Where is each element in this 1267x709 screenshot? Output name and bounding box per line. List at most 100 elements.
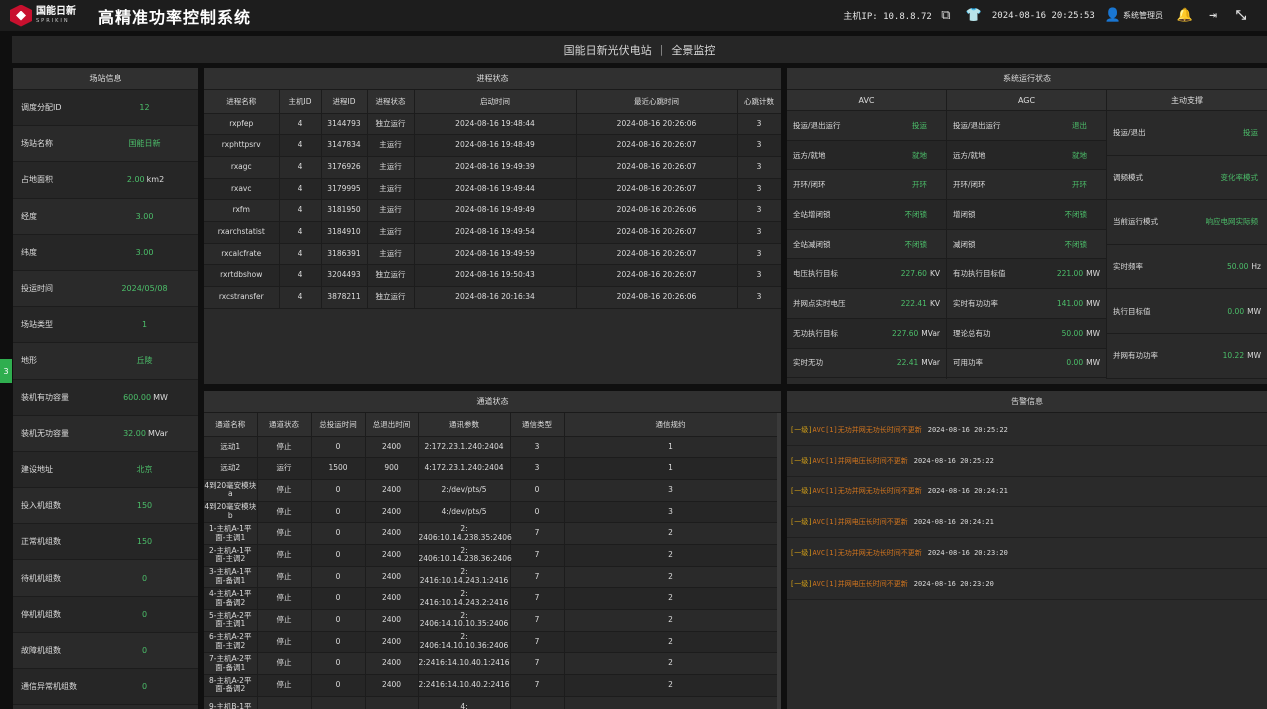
site-info-row: 投入机组数 150 [13, 488, 198, 525]
table-cell: 3 [737, 178, 781, 201]
table-row[interactable]: rxfm 4 3181950 主运行 2024-08-16 19:49:49 2024-0… [204, 199, 781, 222]
column-header[interactable]: 通讯参数 [418, 413, 511, 437]
site-info-number: 150 [136, 537, 153, 547]
table-row[interactable]: rxphttpsrv 4 3147834 主运行 2024-08-16 19:48:49… [204, 134, 781, 157]
site-info-number: 丘陵 [136, 356, 153, 366]
table-row[interactable]: 5-主机A-2平面-主调1 停止 0 2400 2: 2406:14.10.10.35:… [204, 609, 778, 632]
column-header[interactable]: 总投运时间 [311, 413, 366, 437]
screen-switch-icon[interactable]: ⧉ [937, 7, 955, 25]
column-header[interactable]: 通道状态 [257, 413, 312, 437]
active-status-row: 执行目标值 0.00 MW [1107, 289, 1267, 334]
table-row[interactable]: 远动1 停止 0 2400 2:172.23.1.240:2404 3 1 [204, 436, 778, 459]
table-row[interactable]: 2-主机A-1平面-主调2 停止 0 2400 2: 2406:10.14.238.36… [204, 544, 778, 567]
column-header[interactable]: 启动时间 [414, 90, 577, 114]
fullscreen-icon[interactable]: ⤡ [1232, 7, 1250, 25]
column-header[interactable]: 进程ID [321, 90, 368, 114]
status-label: 有功执行目标值 [953, 269, 1006, 279]
table-cell: 2 [564, 652, 778, 676]
user-menu[interactable]: 👤 系统管理员 [1105, 8, 1163, 23]
status-value: 不闭锁 [1064, 239, 1088, 249]
top-bar: 国能日新 SPRIKIN 高精准功率控制系统 主机IP: 10.8.8.72 ⧉… [0, 0, 1267, 31]
column-header[interactable]: 最近心跳时间 [576, 90, 738, 114]
site-info-label: 投运时间 [21, 284, 53, 294]
status-label: 增闭锁 [953, 209, 976, 219]
site-info-label: 调度分配ID [21, 103, 62, 113]
host-ip: 主机IP: 10.8.8.72 [843, 12, 932, 22]
site-info-number: 0 [141, 609, 148, 619]
table-cell: 3176926 [321, 156, 368, 179]
table-cell: 运行 [257, 457, 312, 480]
table-cell: 2:2416:14.10.40.1:2416 [418, 652, 511, 676]
alarm-item[interactable]: [一级] AVC[1]无功并网无功长时间不更新 2024-08-16 20:25:2… [787, 415, 1267, 446]
alarm-item[interactable]: [一级] AVC[1]并网电压长时间不更新 2024-08-16 20:24:21 [787, 507, 1267, 539]
column-header[interactable]: 进程名称 [204, 90, 280, 114]
table-row[interactable]: rxrtdbshow 4 3204493 独立运行 2024-08-16 19:50:4… [204, 264, 781, 287]
table-row[interactable]: 4-主机A-1平面-备调2 停止 0 2400 2: 2416:10.14.243.2:… [204, 587, 778, 610]
table-cell: 主运行 [367, 156, 415, 179]
alarm-item[interactable]: [一级] AVC[1]并网电压长时间不更新 2024-08-16 20:25:22 [787, 446, 1267, 477]
status-value: 50.00 [1061, 328, 1084, 338]
table-cell: 0 [311, 566, 366, 589]
table-row[interactable]: rxpfep 4 3144793 独立运行 2024-08-16 19:48:44 202… [204, 113, 781, 136]
site-info-number: 2024/05/08 [121, 284, 168, 294]
channel-scrollbar[interactable] [777, 413, 781, 709]
agc-column: AGC 投运/退出运行 退出 远方/就地 就地 开环/闭环 开环 增闭锁 不闭锁 减闭锁 不闭锁有… [947, 90, 1107, 379]
alarm-time: 2024-08-16 20:23:20 [927, 549, 1008, 558]
column-header[interactable]: 主机ID [279, 90, 322, 114]
table-row[interactable]: 9-主机B-1平 4: [204, 696, 778, 709]
table-row[interactable]: 远动2 运行 1500 900 4:172.23.1.240:2404 3 1 [204, 457, 778, 480]
alarm-message: AVC[1]无功并网无功长时间不更新 [812, 549, 922, 558]
theme-shirt-icon[interactable]: 👕 [965, 7, 983, 25]
column-header[interactable]: 进程状态 [367, 90, 415, 114]
site-info-number: 0 [141, 645, 148, 655]
table-cell: 8-主机A-2平面-备调2 [204, 674, 258, 697]
table-cell: 2: 2406:14.10.10.35:2406 [418, 609, 511, 632]
table-cell: 4 [279, 156, 322, 179]
column-header[interactable]: 通信规约 [564, 413, 778, 437]
status-value: 投运 [912, 120, 927, 130]
avc-header: AVC [787, 90, 946, 111]
channel-table: 通道名称 通道状态 总投运时间 总退出时间 通讯参数 通信类型 通信规约 远动1 停止 0 240… [204, 413, 778, 709]
bell-icon[interactable]: 🔔 [1176, 7, 1194, 25]
column-header[interactable]: 总退出时间 [365, 413, 419, 437]
status-label: 并网有功功率 [1113, 351, 1158, 361]
column-header[interactable]: 通道名称 [204, 413, 258, 437]
logout-icon[interactable]: ⇥ [1204, 7, 1222, 25]
table-row[interactable]: 4到20毫安模块a 停止 0 2400 2:/dev/pts/5 0 3 [204, 479, 778, 502]
table-cell: 4 [279, 243, 322, 266]
site-info-label: 建设地址 [21, 464, 53, 474]
agc-status-row: 减闭锁 不闭锁 [947, 230, 1106, 260]
table-cell: 7 [510, 587, 565, 610]
alarm-item[interactable]: [一级] AVC[1]并网电压长时间不更新 2024-08-16 20:23:20 [787, 569, 1267, 600]
table-cell: 2400 [365, 652, 419, 676]
table-row[interactable]: 4到20毫安模块b 停止 0 2400 4:/dev/pts/5 0 3 [204, 501, 778, 524]
alarm-item[interactable]: [一级] AVC[1]无功并网无功长时间不更新 2024-08-16 20:24:2… [787, 477, 1267, 508]
column-header[interactable]: 心跳计数 [737, 90, 781, 114]
brand-logo: 国能日新 SPRIKIN [10, 4, 90, 27]
status-label: 实时频率 [1113, 262, 1143, 272]
table-row[interactable]: rxarchstatist 4 3184910 主运行 2024-08-16 19:49… [204, 221, 781, 244]
table-cell: 2024-08-16 20:26:07 [576, 178, 738, 201]
table-cell: 独立运行 [367, 113, 415, 136]
table-row[interactable]: 8-主机A-2平面-备调2 停止 0 2400 2:2416:14.10.40.2:24… [204, 674, 778, 697]
status-unit: KV [929, 269, 940, 279]
table-row[interactable]: rxagc 4 3176926 主运行 2024-08-16 19:49:39 2024-… [204, 156, 781, 179]
side-expand-tab[interactable]: 3 [0, 359, 12, 383]
table-cell: 7 [510, 609, 565, 632]
table-row[interactable]: rxavc 4 3179995 主运行 2024-08-16 19:49:44 2024-… [204, 178, 781, 201]
table-row[interactable]: 7-主机A-2平面-备调1 停止 0 2400 2:2416:14.10.40.1:24… [204, 652, 778, 676]
table-row[interactable]: rxcstransfer 4 3878211 独立运行 2024-08-16 20:16… [204, 286, 781, 309]
table-row[interactable]: 3-主机A-1平面-备调1 停止 0 2400 2: 2416:10.14.243.1:… [204, 566, 778, 589]
panel-title: 系统运行状态 [787, 68, 1267, 90]
site-info-value: 0 [93, 574, 198, 583]
alarm-item[interactable]: [一级] AVC[1]无功并网无功长时间不更新 2024-08-16 20:23:2… [787, 538, 1267, 569]
table-row[interactable]: rxcalcfrate 4 3186391 主运行 2024-08-16 19:49:5… [204, 243, 781, 266]
site-info-label: 场站名称 [21, 139, 53, 149]
site-info-number: 国能日新 [128, 139, 161, 149]
table-row[interactable]: 1-主机A-1平面-主调1 停止 0 2400 2: 2406:10.14.238.35… [204, 522, 778, 545]
logo-name: 国能日新 [36, 6, 76, 17]
site-info-row: 纬度 3.00 [13, 234, 198, 271]
status-value: 222.41 [900, 298, 927, 308]
table-row[interactable]: 6-主机A-2平面-主调2 停止 0 2400 2: 2406:14.10.10.36:… [204, 631, 778, 654]
column-header[interactable]: 通信类型 [510, 413, 565, 437]
